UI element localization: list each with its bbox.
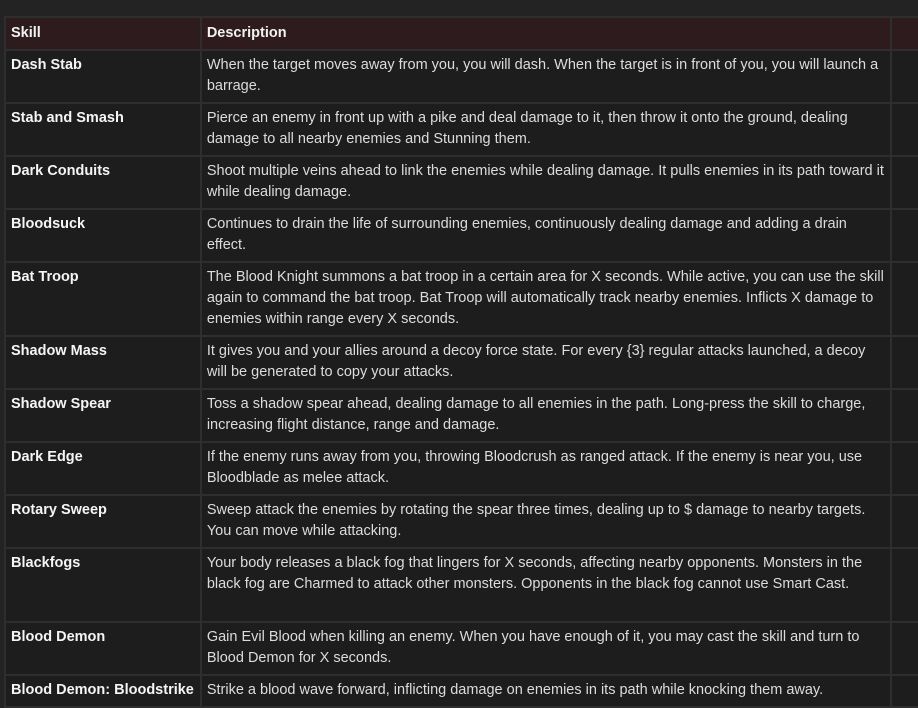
column-header-description: Description — [201, 18, 890, 49]
skill-name: Dash Stab — [6, 51, 200, 102]
skill-description: It gives you and your allies around a de… — [201, 337, 890, 388]
table-row: Rotary Sweep Sweep attack the enemies by… — [6, 496, 918, 547]
skills-table: Skill Description Dash Stab When the tar… — [4, 16, 918, 708]
skill-description: Your body releases a black fog that ling… — [201, 549, 890, 621]
table-row: Shadow Spear Toss a shadow spear ahead, … — [6, 390, 918, 441]
skill-description: The Blood Knight summons a bat troop in … — [201, 263, 890, 335]
skill-name: Blood Demon: Bloodstrike — [6, 676, 200, 706]
skill-name: Stab and Smash — [6, 104, 200, 155]
extra-cell — [891, 496, 918, 547]
skill-description: When the target moves away from you, you… — [201, 51, 890, 102]
extra-cell — [891, 676, 918, 706]
skill-name: Dark Edge — [6, 443, 200, 494]
skill-description: Shoot multiple veins ahead to link the e… — [201, 157, 890, 208]
table-row: Blood Demon: Bloodstrike Strike a blood … — [6, 676, 918, 706]
skill-name: Dark Conduits — [6, 157, 200, 208]
extra-cell — [891, 549, 918, 621]
skill-description: Sweep attack the enemies by rotating the… — [201, 496, 890, 547]
table-header-row: Skill Description — [6, 18, 918, 49]
extra-cell — [891, 263, 918, 335]
table-row: Blackfogs Your body releases a black fog… — [6, 549, 918, 621]
table-row: Stab and Smash Pierce an enemy in front … — [6, 104, 918, 155]
table-row: Blood Demon Gain Evil Blood when killing… — [6, 623, 918, 674]
skills-table-container: Skill Description Dash Stab When the tar… — [4, 16, 918, 708]
table-row: Dark Conduits Shoot multiple veins ahead… — [6, 157, 918, 208]
skill-name: Rotary Sweep — [6, 496, 200, 547]
table-row: Dash Stab When the target moves away fro… — [6, 51, 918, 102]
skill-description: Toss a shadow spear ahead, dealing damag… — [201, 390, 890, 441]
extra-cell — [891, 157, 918, 208]
skill-name: Shadow Mass — [6, 337, 200, 388]
skill-name: Bloodsuck — [6, 210, 200, 261]
skill-description: If the enemy runs away from you, throwin… — [201, 443, 890, 494]
extra-cell — [891, 51, 918, 102]
extra-cell — [891, 104, 918, 155]
skill-description: Gain Evil Blood when killing an enemy. W… — [201, 623, 890, 674]
table-row: Shadow Mass It gives you and your allies… — [6, 337, 918, 388]
table-row: Bloodsuck Continues to drain the life of… — [6, 210, 918, 261]
skill-name: Bat Troop — [6, 263, 200, 335]
extra-cell — [891, 337, 918, 388]
skill-name: Blackfogs — [6, 549, 200, 621]
skill-description: Pierce an enemy in front up with a pike … — [201, 104, 890, 155]
extra-cell — [891, 623, 918, 674]
extra-cell — [891, 443, 918, 494]
extra-cell — [891, 390, 918, 441]
table-row: Bat Troop The Blood Knight summons a bat… — [6, 263, 918, 335]
skill-description: Continues to drain the life of surroundi… — [201, 210, 890, 261]
skill-description: Strike a blood wave forward, inflicting … — [201, 676, 890, 706]
column-header-extra — [891, 18, 918, 49]
column-header-skill: Skill — [6, 18, 200, 49]
skill-name: Blood Demon — [6, 623, 200, 674]
table-row: Dark Edge If the enemy runs away from yo… — [6, 443, 918, 494]
extra-cell — [891, 210, 918, 261]
skill-name: Shadow Spear — [6, 390, 200, 441]
